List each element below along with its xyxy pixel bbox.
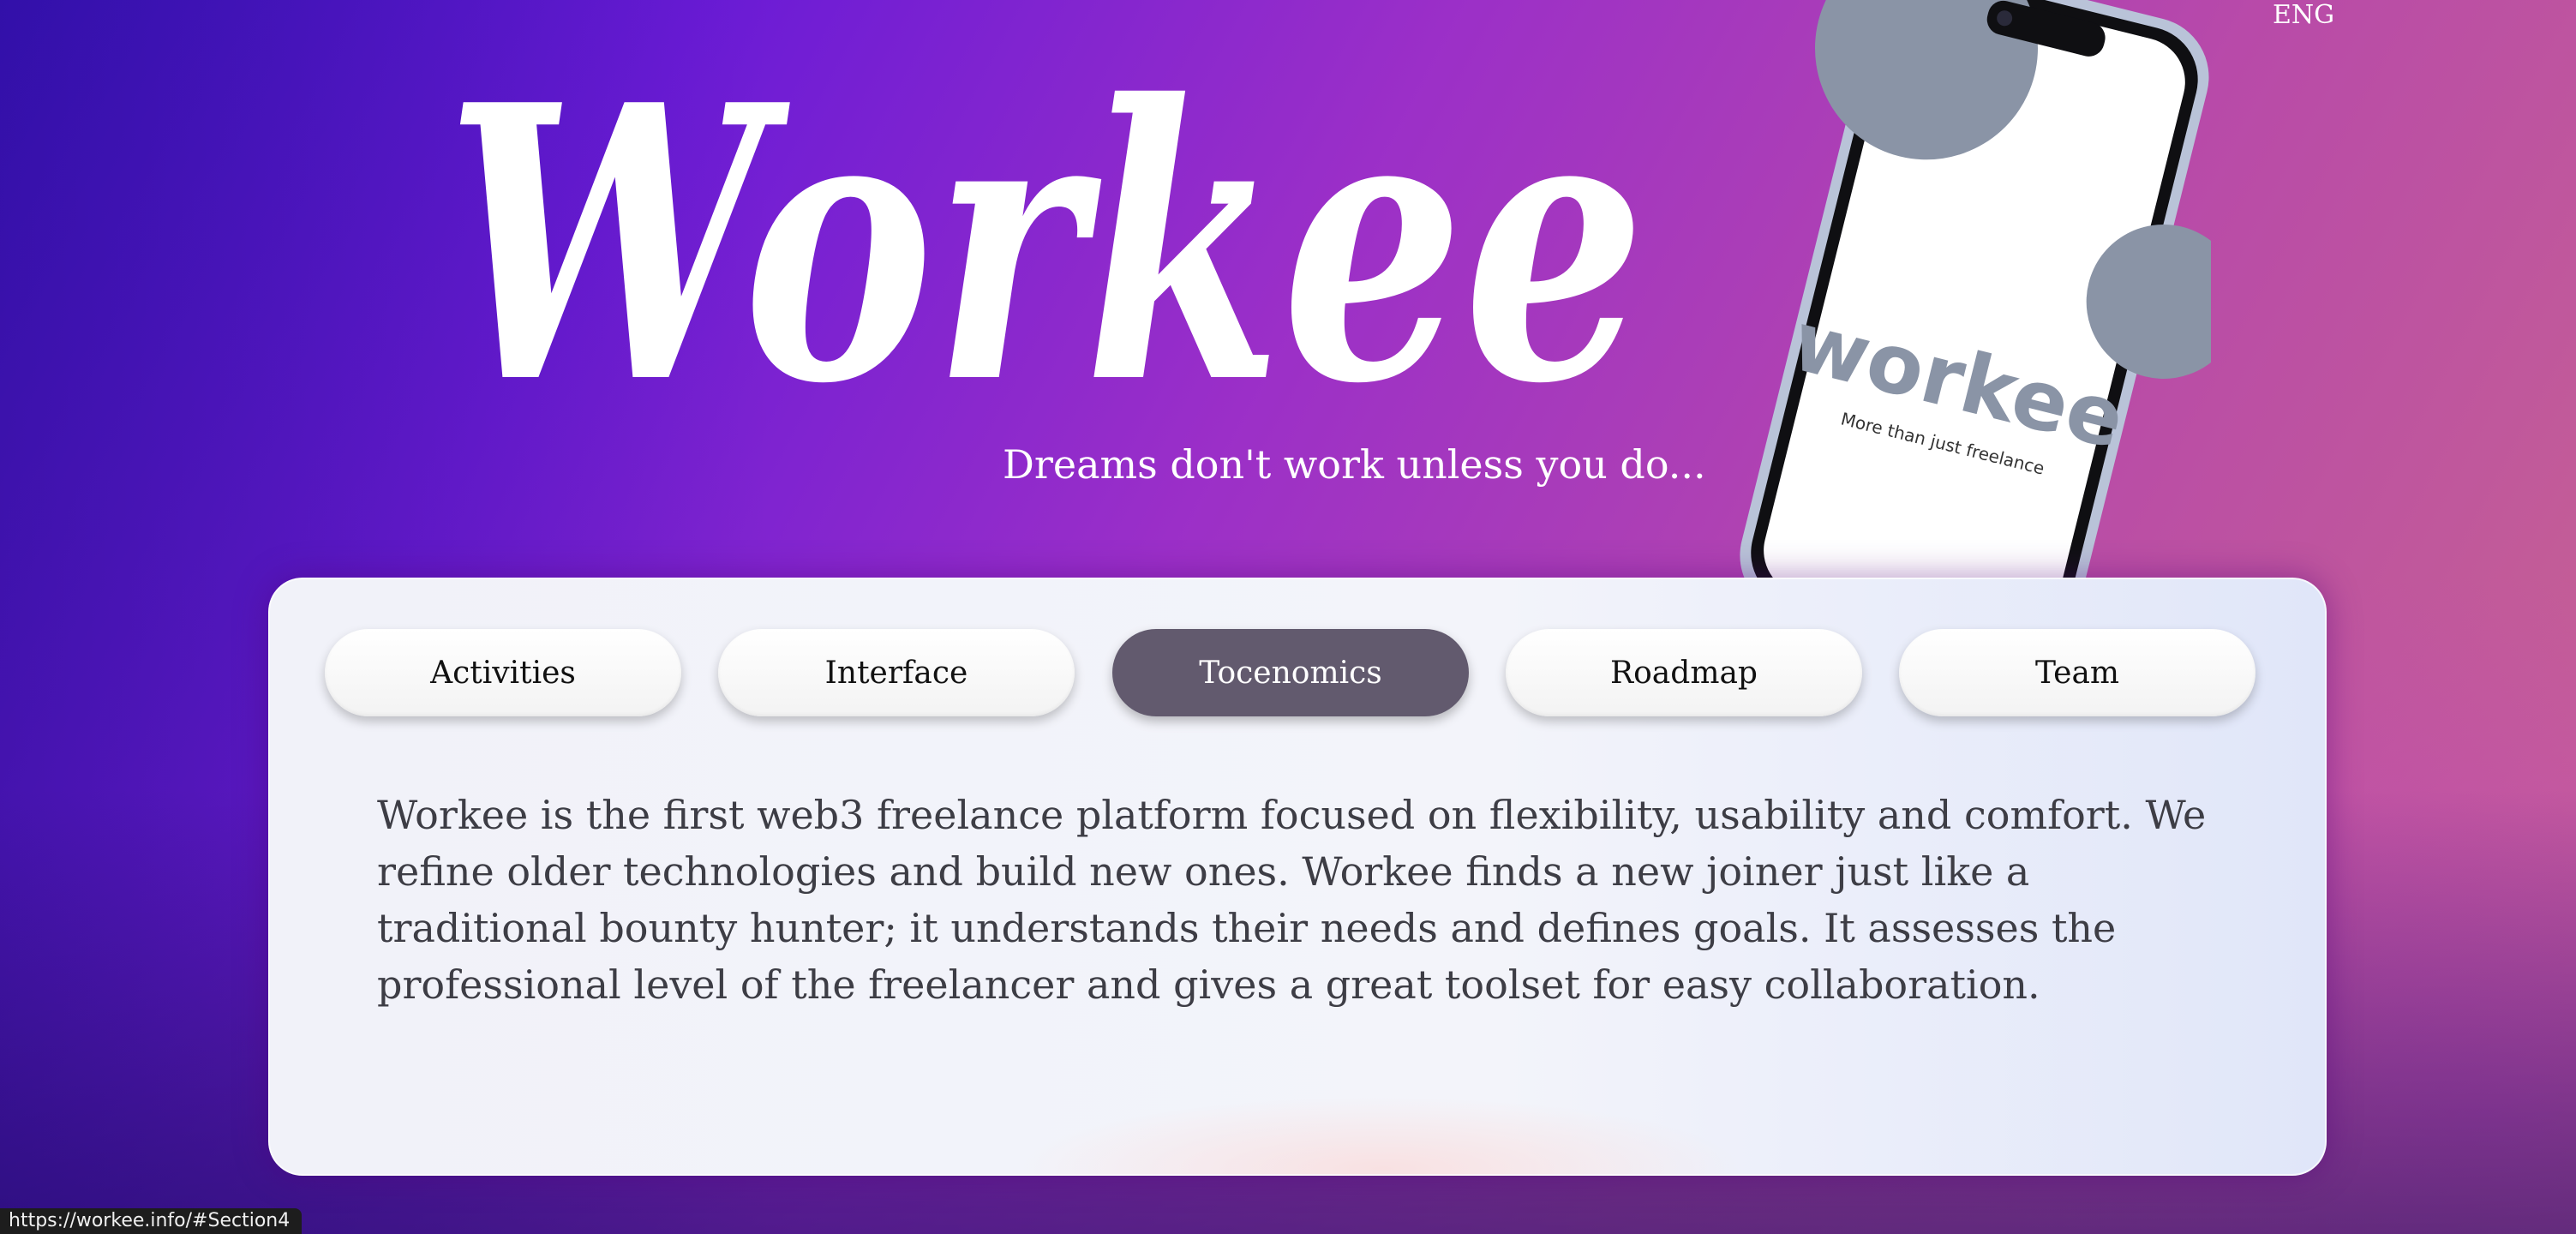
- phone-illustration: workee More than just freelance: [1680, 0, 2241, 670]
- link-status-bar: https://workee.info/#Section4: [0, 1208, 303, 1234]
- tab-team[interactable]: Team: [1899, 629, 2255, 716]
- description-text: Workee is the first web3 freelance platf…: [377, 792, 2207, 1008]
- tab-interface[interactable]: Interface: [718, 629, 1075, 716]
- content-panel: Activities Interface Tocenomics Roadmap …: [268, 578, 2327, 1176]
- language-switcher[interactable]: ENG: [2273, 0, 2334, 30]
- logo-text: Workee: [446, 34, 1645, 446]
- workee-logo: Workee: [437, 23, 1654, 466]
- tab-roadmap[interactable]: Roadmap: [1506, 629, 1862, 716]
- tagline: Dreams don't work unless you do...: [1003, 441, 1706, 488]
- tab-activities[interactable]: Activities: [325, 629, 681, 716]
- tab-tocenomics[interactable]: Tocenomics: [1112, 629, 1469, 716]
